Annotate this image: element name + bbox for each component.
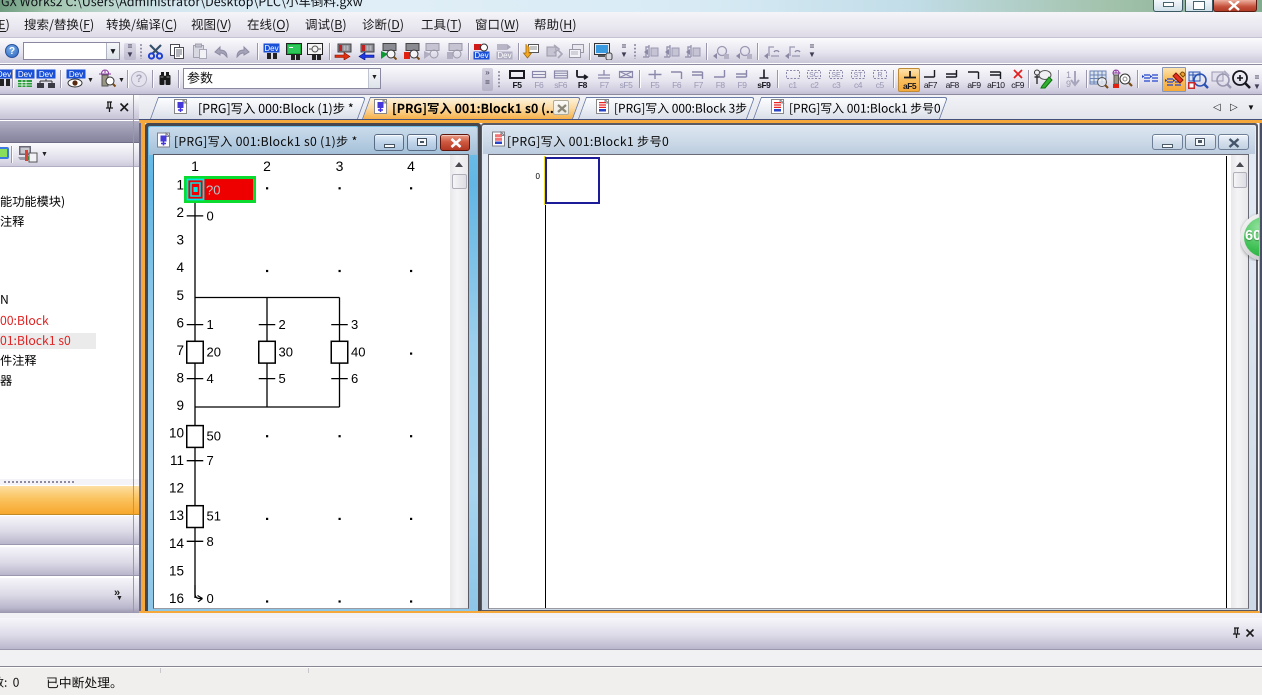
svg-text:5: 5 (176, 288, 184, 303)
svg-text:SE: SE (832, 72, 842, 79)
svg-text:3: 3 (351, 317, 358, 332)
svg-text:51: 51 (207, 509, 221, 524)
svg-text:ST: ST (854, 72, 864, 79)
svg-text:2: 2 (279, 317, 286, 332)
svg-text:1: 1 (207, 317, 214, 332)
svg-text:Dev: Dev (497, 51, 511, 60)
svg-text:1: 1 (176, 178, 184, 193)
svg-text:4: 4 (207, 371, 214, 386)
svg-text:Dev: Dev (39, 70, 53, 79)
svg-text:Dev: Dev (0, 70, 11, 79)
svg-text:Dev: Dev (474, 51, 488, 60)
svg-text:4: 4 (407, 158, 415, 174)
svg-text:7: 7 (207, 453, 214, 468)
svg-text:8: 8 (176, 371, 184, 386)
svg-text:0: 0 (207, 591, 214, 606)
svg-text:50: 50 (207, 429, 221, 444)
svg-text:2: 2 (263, 158, 271, 174)
svg-text:?0: ?0 (206, 183, 220, 198)
svg-text:3: 3 (336, 158, 344, 174)
svg-text:15: 15 (169, 563, 184, 578)
svg-text:12: 12 (169, 481, 184, 496)
svg-text:6: 6 (176, 315, 184, 330)
svg-text:10: 10 (169, 426, 184, 441)
svg-text:9: 9 (176, 398, 184, 413)
svg-text:SC: SC (810, 72, 820, 79)
svg-text:8: 8 (207, 534, 214, 549)
svg-text:0: 0 (207, 208, 214, 223)
svg-text:14: 14 (169, 536, 185, 551)
svg-text:6: 6 (351, 371, 358, 386)
svg-text:Dev: Dev (69, 70, 83, 79)
svg-text:11: 11 (170, 453, 184, 468)
svg-text:9: 9 (1066, 79, 1071, 89)
svg-text:30: 30 (279, 344, 293, 359)
svg-text:Dev: Dev (264, 44, 278, 53)
svg-text:2: 2 (176, 205, 184, 220)
svg-text:7: 7 (176, 343, 184, 358)
svg-text:3: 3 (176, 233, 184, 248)
svg-text:1: 1 (191, 158, 199, 174)
svg-text:13: 13 (169, 508, 184, 523)
svg-text:20: 20 (207, 344, 221, 359)
svg-text:R: R (877, 72, 882, 79)
svg-text:16: 16 (169, 591, 184, 606)
svg-text:5: 5 (279, 371, 286, 386)
svg-text:Dev: Dev (18, 70, 32, 79)
svg-text:4: 4 (176, 260, 184, 275)
svg-text:40: 40 (351, 344, 365, 359)
